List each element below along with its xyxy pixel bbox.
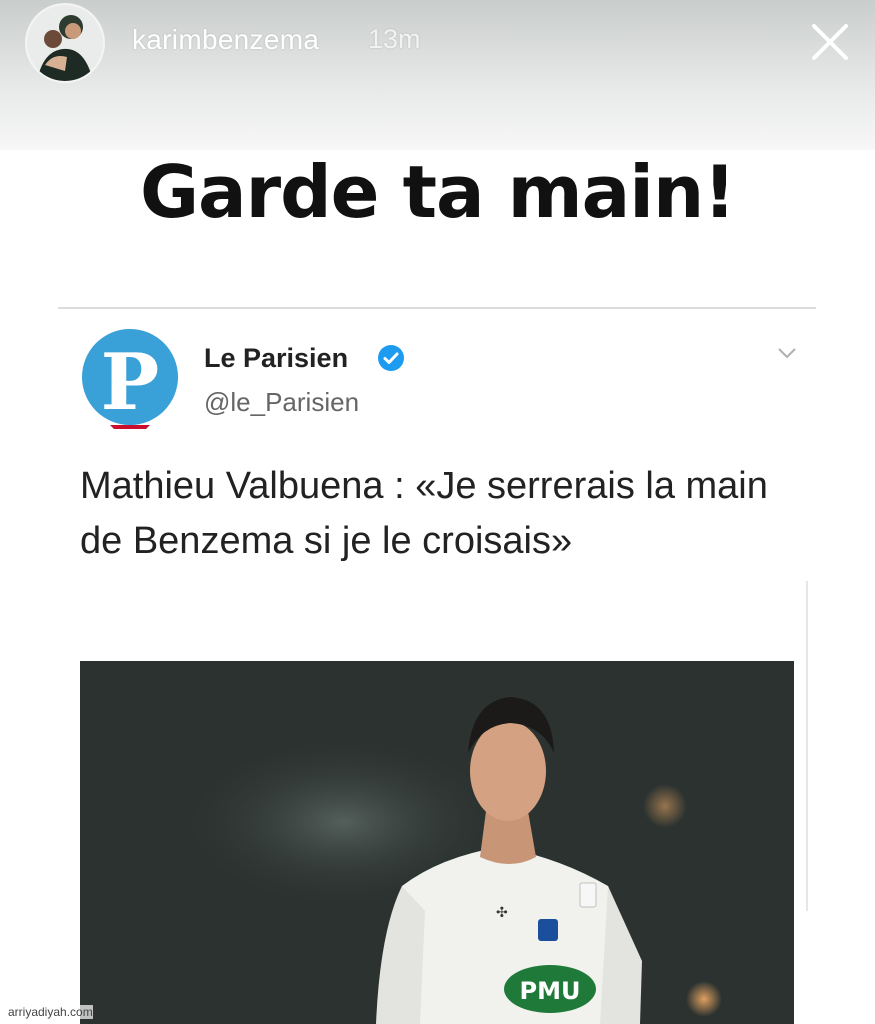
tweet-handle[interactable]: @le_Parisien xyxy=(204,387,359,418)
publisher-logo[interactable]: P xyxy=(80,329,180,431)
close-icon xyxy=(812,24,848,60)
chevron-down-icon xyxy=(778,348,796,359)
embedded-tweet[interactable]: P Le Parisien @le_Parisien Mathieu Valbu… xyxy=(58,309,816,1024)
card-edge xyxy=(806,581,808,911)
site-watermark: arriyadiyah.com xyxy=(8,1005,93,1019)
logo-letter: P xyxy=(101,337,160,428)
story-header: karimbenzema 13m xyxy=(0,0,875,90)
verified-badge-icon xyxy=(378,345,404,371)
le-parisien-logo-icon: P xyxy=(82,329,178,431)
tweet-media-photo[interactable]: PMU ✣ xyxy=(80,661,794,1024)
tweet-display-name[interactable]: Le Parisien xyxy=(204,343,348,374)
story-caption: Garde ta main! xyxy=(139,150,736,234)
tweet-text: Mathieu Valbuena : «Je serrerais la main… xyxy=(80,465,768,562)
avatar-photo-icon xyxy=(27,5,103,81)
story-timestamp: 13m xyxy=(368,24,421,54)
player-photo-icon: PMU ✣ xyxy=(80,661,794,1024)
user-avatar[interactable] xyxy=(27,5,103,81)
close-button[interactable] xyxy=(808,20,852,64)
story-username[interactable]: karimbenzema xyxy=(132,24,319,56)
jersey-sponsor-text: PMU xyxy=(520,977,581,1005)
svg-text:✣: ✣ xyxy=(496,905,508,921)
tweet-menu-button[interactable] xyxy=(776,345,798,361)
verified-badge xyxy=(376,343,406,373)
